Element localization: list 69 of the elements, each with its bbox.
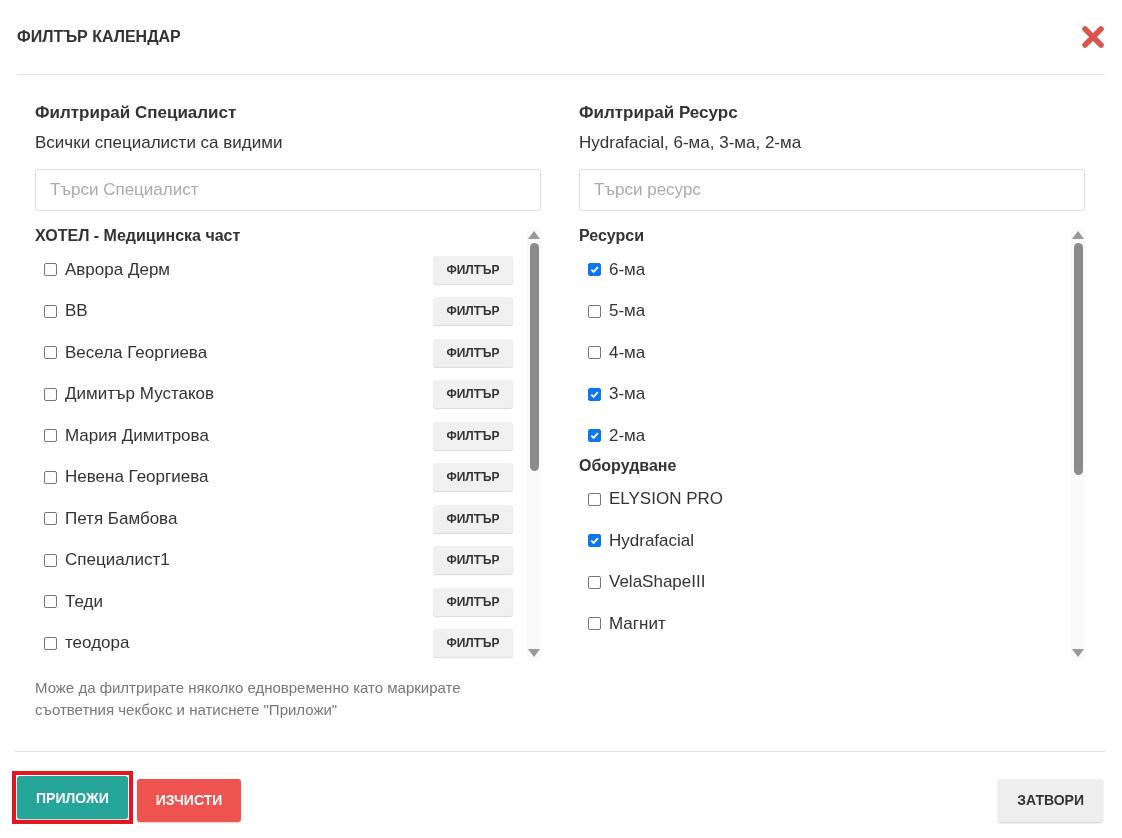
hint-text: Може да филтрирате няколко едновременно като маркирате съответния чекбокс и натиснете "Приложи": [35, 678, 462, 720]
checkbox[interactable]: [588, 387, 601, 401]
checkbox[interactable]: [44, 387, 57, 401]
item-label: Теди: [65, 591, 104, 612]
item-label: 4-ма: [609, 342, 647, 363]
close-button[interactable]: ЗАТВОРИ: [998, 778, 1103, 822]
checkbox[interactable]: [44, 595, 57, 609]
search-field[interactable]: Търси ресурс: [579, 169, 1085, 211]
scroll-up-icon[interactable]: [1072, 231, 1084, 239]
scrollbar-thumb[interactable]: [529, 243, 539, 471]
item-label: ELYSION PRO: [609, 489, 724, 510]
item-label: Магнит: [609, 613, 667, 634]
checkbox[interactable]: [588, 575, 601, 589]
item-label: 3-ма: [609, 384, 647, 405]
group-heading: ХОТЕЛ - Медицинска част: [35, 227, 242, 246]
filter-button[interactable]: ФИЛТЪР: [433, 421, 513, 450]
checkbox[interactable]: [44, 553, 57, 567]
group-heading: Оборудване: [579, 456, 678, 476]
selection-summary: Всички специалисти са видими: [35, 133, 284, 153]
filter-button[interactable]: ФИЛТЪР: [433, 546, 513, 575]
dialog-title: ФИЛТЪР КАЛЕНДАР: [17, 28, 181, 46]
checkbox[interactable]: [588, 346, 601, 360]
item-label: Невена Георгиева: [65, 467, 210, 488]
item-label: Весела Георгиева: [65, 342, 209, 363]
item-label: Hydrafacial: [609, 530, 696, 551]
item-label: 2-ма: [609, 425, 647, 446]
checkbox[interactable]: [44, 304, 57, 318]
item-label: VelaShapeIII: [609, 572, 707, 593]
item-label: Аврора Дерм: [65, 259, 172, 280]
checkbox[interactable]: [44, 470, 57, 484]
group-heading: Ресурси: [579, 227, 646, 246]
filter-button[interactable]: ФИЛТЪР: [433, 463, 513, 492]
item-label: теодора: [65, 633, 131, 654]
scroll-down-icon[interactable]: [1072, 649, 1084, 657]
checkbox[interactable]: [44, 346, 57, 360]
filter-button[interactable]: ФИЛТЪР: [433, 255, 513, 284]
item-label: Специалист1: [65, 550, 171, 571]
checkbox[interactable]: [44, 512, 57, 526]
filter-button[interactable]: ФИЛТЪР: [433, 504, 513, 533]
checkbox[interactable]: [588, 429, 601, 443]
checkbox[interactable]: [588, 534, 601, 548]
item-label: Петя Бамбова: [65, 508, 179, 529]
item-label: Мария Димитрова: [65, 425, 210, 446]
checkbox[interactable]: [44, 429, 57, 443]
section-heading: Филтрирай Ресурс: [579, 103, 739, 123]
item-label: 6-ма: [609, 259, 647, 280]
section-heading: Филтрирай Специалист: [35, 103, 238, 123]
checkbox[interactable]: [588, 263, 601, 277]
checkbox[interactable]: [588, 304, 601, 318]
item-label: ВВ: [65, 301, 89, 322]
filter-button[interactable]: ФИЛТЪР: [433, 297, 513, 326]
scrollbar[interactable]: [527, 227, 541, 661]
scrollbar[interactable]: [1071, 227, 1085, 661]
checkbox[interactable]: [44, 263, 57, 277]
checkbox[interactable]: [588, 492, 601, 506]
filter-button[interactable]: ФИЛТЪР: [433, 338, 513, 367]
item-label: Димитър Мустаков: [65, 384, 216, 405]
checkbox[interactable]: [588, 617, 601, 631]
filter-button[interactable]: ФИЛТЪР: [433, 587, 513, 616]
selection-summary: Hydrafacial, 6-ма, 3-ма, 2-ма: [579, 133, 803, 153]
filter-button[interactable]: ФИЛТЪР: [433, 629, 513, 658]
filter-button[interactable]: ФИЛТЪР: [433, 380, 513, 409]
scroll-down-icon[interactable]: [528, 649, 540, 657]
item-label: 5-ма: [609, 301, 647, 322]
scroll-up-icon[interactable]: [528, 231, 540, 239]
checkbox[interactable]: [44, 636, 57, 650]
search-field[interactable]: Търси Специалист: [35, 169, 541, 211]
scrollbar-thumb[interactable]: [1073, 243, 1083, 475]
close-icon[interactable]: [1081, 25, 1105, 49]
